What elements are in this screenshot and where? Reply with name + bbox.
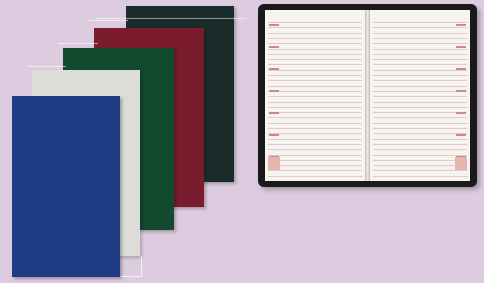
page-rule-line: [268, 22, 362, 23]
page-rule-line: [268, 149, 362, 151]
day-marker: [456, 68, 466, 70]
page-rule-line: [268, 80, 362, 82]
page-rule-line: [268, 101, 362, 103]
page-rule-line: [373, 64, 467, 66]
page-rule-line: [268, 32, 362, 34]
page-rule-line: [373, 59, 467, 61]
page-rule-line: [268, 128, 362, 129]
diary-right-page: [370, 10, 470, 181]
page-rule-line: [268, 175, 362, 177]
page-rule-line: [268, 37, 362, 39]
page-rule-line: [268, 159, 362, 161]
weekend-block: [268, 157, 280, 170]
day-marker: [456, 46, 466, 48]
page-rule-line: [373, 143, 467, 145]
day-marker: [269, 134, 279, 136]
page-rule-line: [268, 64, 362, 66]
page-rule-line: [268, 53, 362, 55]
page-rule-line: [373, 85, 467, 87]
page-rule-line: [373, 37, 467, 39]
outline-guide: [88, 20, 128, 21]
page-rule-line: [268, 48, 362, 50]
page-rule-line: [373, 80, 467, 82]
page-rule-line: [373, 27, 467, 29]
page-rule-line: [373, 138, 467, 140]
page-rule-line: [268, 170, 362, 172]
page-rule-line: [268, 27, 362, 29]
page-rule-line: [268, 138, 362, 140]
day-marker: [269, 68, 279, 70]
day-marker: [269, 90, 279, 92]
diary-left-page: [265, 10, 365, 181]
page-rule-line: [373, 117, 467, 119]
page-rule-line: [373, 101, 467, 103]
page-rule-line: [268, 154, 362, 156]
weekend-block: [455, 157, 467, 170]
page-rule-line: [373, 149, 467, 151]
page-rule-line: [373, 75, 467, 76]
outline-guide: [141, 256, 142, 276]
day-marker: [456, 24, 466, 26]
outline-guide: [28, 66, 66, 67]
page-rule-line: [268, 59, 362, 61]
page-rule-line: [268, 43, 362, 45]
page-rule-line: [373, 32, 467, 34]
outline-guide: [58, 43, 98, 44]
page-rule-line: [268, 96, 362, 98]
page-rule-line: [268, 117, 362, 119]
page-rule-line: [268, 75, 362, 76]
page-rule-line: [268, 122, 362, 124]
page-rule-line: [268, 165, 362, 167]
outline-guide: [121, 276, 142, 277]
page-rule-line: [373, 112, 467, 114]
day-marker: [269, 46, 279, 48]
page-rule-line: [373, 154, 467, 156]
page-rule-line: [268, 85, 362, 87]
page-rule-line: [268, 143, 362, 145]
open-diary: [258, 4, 477, 187]
page-rule-line: [268, 133, 362, 135]
page-rule-line: [373, 22, 467, 23]
page-rule-line: [373, 122, 467, 124]
day-marker: [456, 134, 466, 136]
page-rule-line: [373, 90, 467, 92]
day-marker: [456, 112, 466, 114]
page-rule-line: [373, 106, 467, 108]
page-rule-line: [373, 133, 467, 135]
page-rule-line: [373, 165, 467, 167]
day-marker: [269, 24, 279, 26]
page-rule-line: [373, 159, 467, 161]
page-rule-line: [268, 112, 362, 114]
page-rule-line: [268, 69, 362, 71]
diary-cover-blue: [12, 96, 120, 277]
page-rule-line: [268, 106, 362, 108]
page-rule-line: [373, 96, 467, 98]
page-rule-line: [373, 48, 467, 50]
page-rule-line: [373, 69, 467, 71]
page-rule-line: [268, 90, 362, 92]
day-marker: [269, 112, 279, 114]
page-rule-line: [373, 128, 467, 129]
page-rule-line: [373, 53, 467, 55]
page-rule-line: [373, 175, 467, 177]
page-rule-line: [373, 43, 467, 45]
day-marker: [456, 90, 466, 92]
page-rule-line: [373, 170, 467, 172]
